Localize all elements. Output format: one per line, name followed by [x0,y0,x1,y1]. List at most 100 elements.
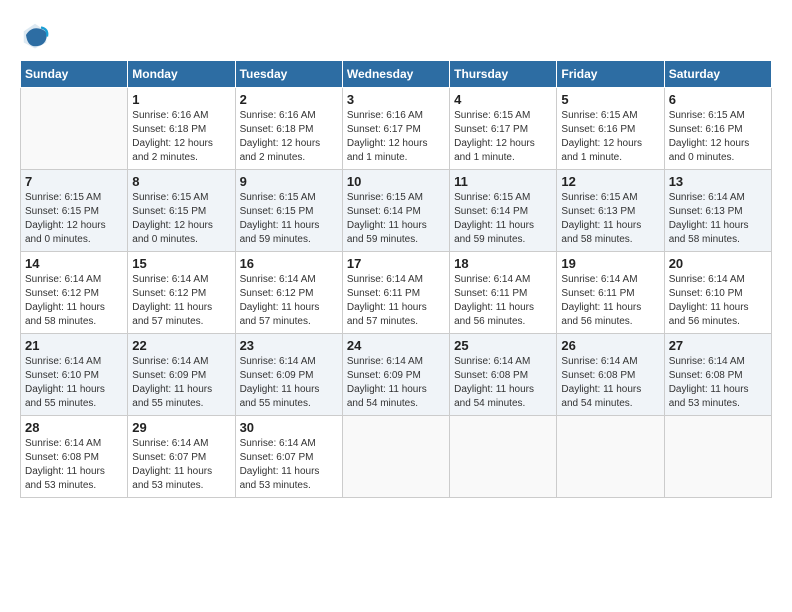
day-info: Sunrise: 6:14 AMSunset: 6:11 PMDaylight:… [454,273,552,329]
day-info: Sunrise: 6:15 AMSunset: 6:14 PMDaylight:… [347,191,445,247]
day-info: Sunrise: 6:14 AMSunset: 6:10 PMDaylight:… [25,355,123,411]
day-number: 21 [25,338,123,353]
calendar-day-cell: 25 Sunrise: 6:14 AMSunset: 6:08 PMDayligh… [450,334,557,416]
calendar-day-cell: 8 Sunrise: 6:15 AMSunset: 6:15 PMDaylight… [128,170,235,252]
calendar-header-row: SundayMondayTuesdayWednesdayThursdayFrid… [21,61,772,88]
day-info: Sunrise: 6:14 AMSunset: 6:08 PMDaylight:… [669,355,767,411]
day-info: Sunrise: 6:14 AMSunset: 6:08 PMDaylight:… [561,355,659,411]
day-info: Sunrise: 6:14 AMSunset: 6:10 PMDaylight:… [669,273,767,329]
day-number: 2 [240,92,338,107]
calendar-day-header: Saturday [664,61,771,88]
day-number: 15 [132,256,230,271]
day-number: 3 [347,92,445,107]
day-number: 11 [454,174,552,189]
day-info: Sunrise: 6:14 AMSunset: 6:13 PMDaylight:… [669,191,767,247]
day-info: Sunrise: 6:16 AMSunset: 6:18 PMDaylight:… [240,109,338,165]
day-info: Sunrise: 6:14 AMSunset: 6:07 PMDaylight:… [132,437,230,493]
day-number: 24 [347,338,445,353]
calendar-day-cell: 30 Sunrise: 6:14 AMSunset: 6:07 PMDayligh… [235,416,342,498]
calendar-day-cell: 1 Sunrise: 6:16 AMSunset: 6:18 PMDaylight… [128,88,235,170]
calendar-day-cell: 19Sunrise: 6:14 AMSunset: 6:11 PMDayligh… [557,252,664,334]
day-number: 17 [347,256,445,271]
day-info: Sunrise: 6:14 AMSunset: 6:12 PMDaylight:… [132,273,230,329]
calendar-day-cell: 15 Sunrise: 6:14 AMSunset: 6:12 PMDayligh… [128,252,235,334]
day-info: Sunrise: 6:14 AMSunset: 6:09 PMDaylight:… [132,355,230,411]
day-number: 30 [240,420,338,435]
calendar-day-header: Sunday [21,61,128,88]
calendar-day-cell: 10 Sunrise: 6:15 AMSunset: 6:14 PMDayligh… [342,170,449,252]
day-number: 1 [132,92,230,107]
calendar-day-cell [21,88,128,170]
calendar-day-header: Friday [557,61,664,88]
calendar-day-cell: 5 Sunrise: 6:15 AMSunset: 6:16 PMDaylight… [557,88,664,170]
calendar-day-cell [342,416,449,498]
day-info: Sunrise: 6:15 AMSunset: 6:15 PMDaylight:… [240,191,338,247]
day-info: Sunrise: 6:14 AMSunset: 6:11 PMDaylight:… [347,273,445,329]
day-number: 18 [454,256,552,271]
calendar-day-cell: 6 Sunrise: 6:15 AMSunset: 6:16 PMDaylight… [664,88,771,170]
day-number: 22 [132,338,230,353]
calendar-day-cell: 27 Sunrise: 6:14 AMSunset: 6:08 PMDayligh… [664,334,771,416]
calendar-day-cell: 4Sunrise: 6:15 AMSunset: 6:17 PMDaylight… [450,88,557,170]
day-info: Sunrise: 6:14 AMSunset: 6:07 PMDaylight:… [240,437,338,493]
day-info: Sunrise: 6:15 AMSunset: 6:15 PMDaylight:… [25,191,123,247]
calendar-day-cell: 29 Sunrise: 6:14 AMSunset: 6:07 PMDayligh… [128,416,235,498]
day-info: Sunrise: 6:14 AMSunset: 6:09 PMDaylight:… [240,355,338,411]
day-number: 26 [561,338,659,353]
calendar-table: SundayMondayTuesdayWednesdayThursdayFrid… [20,60,772,498]
calendar-day-cell: 20Sunrise: 6:14 AMSunset: 6:10 PMDayligh… [664,252,771,334]
calendar-week-row: 21 Sunrise: 6:14 AMSunset: 6:10 PMDayligh… [21,334,772,416]
day-number: 27 [669,338,767,353]
day-number: 6 [669,92,767,107]
day-number: 25 [454,338,552,353]
day-number: 12 [561,174,659,189]
day-info: Sunrise: 6:16 AMSunset: 6:18 PMDaylight:… [132,109,230,165]
calendar-day-cell [664,416,771,498]
day-info: Sunrise: 6:15 AMSunset: 6:16 PMDaylight:… [669,109,767,165]
day-number: 8 [132,174,230,189]
day-info: Sunrise: 6:15 AMSunset: 6:15 PMDaylight:… [132,191,230,247]
calendar-day-cell: 11 Sunrise: 6:15 AMSunset: 6:14 PMDayligh… [450,170,557,252]
calendar-day-header: Wednesday [342,61,449,88]
calendar-day-cell: 2 Sunrise: 6:16 AMSunset: 6:18 PMDaylight… [235,88,342,170]
calendar-day-cell: 13Sunrise: 6:14 AMSunset: 6:13 PMDayligh… [664,170,771,252]
day-info: Sunrise: 6:15 AMSunset: 6:13 PMDaylight:… [561,191,659,247]
day-number: 4 [454,92,552,107]
calendar-week-row: 1 Sunrise: 6:16 AMSunset: 6:18 PMDaylight… [21,88,772,170]
day-info: Sunrise: 6:15 AMSunset: 6:14 PMDaylight:… [454,191,552,247]
page-header [20,20,772,50]
calendar-day-cell: 16 Sunrise: 6:14 AMSunset: 6:12 PMDayligh… [235,252,342,334]
calendar-day-cell: 18 Sunrise: 6:14 AMSunset: 6:11 PMDayligh… [450,252,557,334]
day-info: Sunrise: 6:14 AMSunset: 6:09 PMDaylight:… [347,355,445,411]
day-info: Sunrise: 6:14 AMSunset: 6:12 PMDaylight:… [240,273,338,329]
logo [20,20,54,50]
calendar-day-cell: 14 Sunrise: 6:14 AMSunset: 6:12 PMDayligh… [21,252,128,334]
calendar-day-cell: 7Sunrise: 6:15 AMSunset: 6:15 PMDaylight… [21,170,128,252]
calendar-day-header: Thursday [450,61,557,88]
day-info: Sunrise: 6:14 AMSunset: 6:08 PMDaylight:… [454,355,552,411]
calendar-day-cell: 9 Sunrise: 6:15 AMSunset: 6:15 PMDaylight… [235,170,342,252]
calendar-day-cell: 26 Sunrise: 6:14 AMSunset: 6:08 PMDayligh… [557,334,664,416]
day-info: Sunrise: 6:14 AMSunset: 6:11 PMDaylight:… [561,273,659,329]
calendar-day-cell: 28Sunrise: 6:14 AMSunset: 6:08 PMDayligh… [21,416,128,498]
calendar-week-row: 28Sunrise: 6:14 AMSunset: 6:08 PMDayligh… [21,416,772,498]
calendar-day-header: Monday [128,61,235,88]
calendar-day-cell: 23 Sunrise: 6:14 AMSunset: 6:09 PMDayligh… [235,334,342,416]
day-number: 9 [240,174,338,189]
calendar-day-cell: 12 Sunrise: 6:15 AMSunset: 6:13 PMDayligh… [557,170,664,252]
calendar-week-row: 14 Sunrise: 6:14 AMSunset: 6:12 PMDayligh… [21,252,772,334]
calendar-day-cell: 22 Sunrise: 6:14 AMSunset: 6:09 PMDayligh… [128,334,235,416]
calendar-day-cell: 3 Sunrise: 6:16 AMSunset: 6:17 PMDaylight… [342,88,449,170]
calendar-week-row: 7Sunrise: 6:15 AMSunset: 6:15 PMDaylight… [21,170,772,252]
day-info: Sunrise: 6:15 AMSunset: 6:16 PMDaylight:… [561,109,659,165]
calendar-day-cell [450,416,557,498]
day-number: 5 [561,92,659,107]
day-number: 29 [132,420,230,435]
day-number: 23 [240,338,338,353]
day-number: 14 [25,256,123,271]
day-info: Sunrise: 6:14 AMSunset: 6:12 PMDaylight:… [25,273,123,329]
day-info: Sunrise: 6:16 AMSunset: 6:17 PMDaylight:… [347,109,445,165]
day-number: 10 [347,174,445,189]
day-number: 16 [240,256,338,271]
day-number: 28 [25,420,123,435]
